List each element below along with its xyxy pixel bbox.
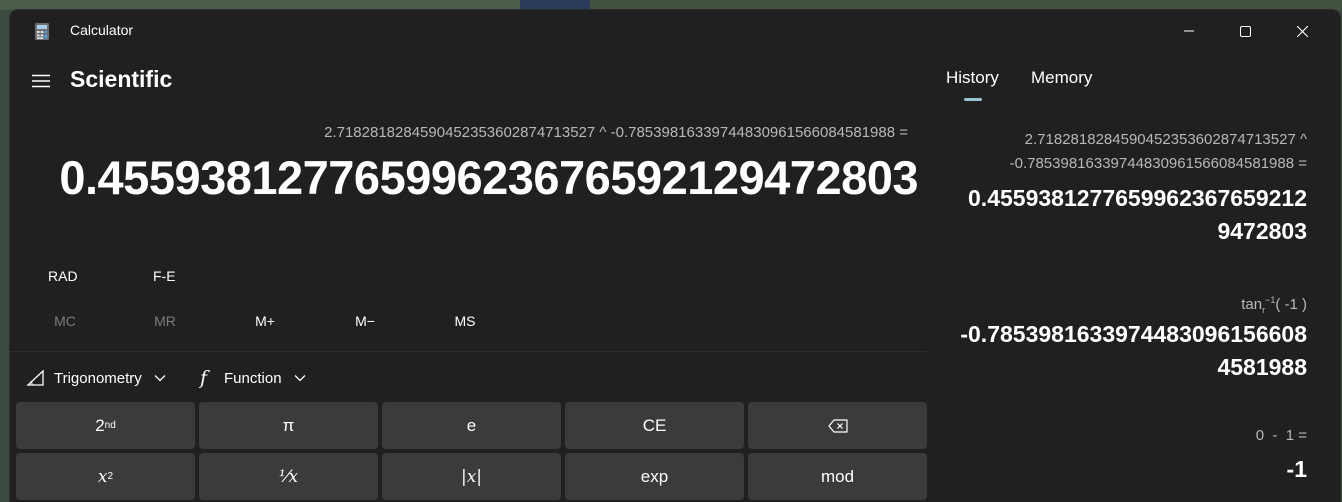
close-icon	[1297, 25, 1308, 37]
keypad: 2nd π e CE x2 ⅟x |x| exp mod	[16, 402, 927, 500]
tab-history[interactable]: History	[946, 68, 999, 88]
clear-entry-button[interactable]: CE	[565, 402, 744, 449]
euler-label: e	[466, 415, 477, 435]
function-dropdown[interactable]: f Function	[200, 366, 306, 390]
history-item-2-result[interactable]: -0.785398163397448309615660​8 4581988	[960, 318, 1307, 384]
history-item-2-expression[interactable]: tanr−1( -1 )	[1241, 288, 1307, 322]
history-expression-line: 2.718281828459045235360287471352​7 ^	[1024, 131, 1307, 148]
exp-button[interactable]: exp	[565, 453, 744, 500]
history-item-1-expression[interactable]: 2.718281828459045235360287471352​7 ^ -0.…	[1010, 128, 1307, 176]
history-item-1-result[interactable]: 0.45593812776599623676592​12 9472803	[968, 182, 1307, 248]
triangle-ruler-icon	[26, 369, 44, 386]
minimize-button[interactable]	[1160, 10, 1217, 52]
second-label: 2	[95, 415, 105, 435]
chevron-down-icon	[154, 375, 166, 382]
trigonometry-dropdown[interactable]: Trigonometry	[26, 366, 166, 390]
history-expression-line: 0 - 1 =	[1255, 427, 1307, 444]
exp-label: exp	[640, 466, 669, 486]
hamburger-icon	[32, 74, 50, 88]
history-item-3-expression[interactable]: 0 - 1 =	[1256, 424, 1307, 448]
wallpaper	[520, 0, 590, 10]
memory-subtract-button[interactable]: M−	[335, 313, 395, 329]
backspace-icon	[827, 418, 848, 433]
mode-title: Scientific	[70, 66, 173, 92]
window-title: Calculator	[70, 22, 134, 38]
reciprocal-button[interactable]: ⅟x	[199, 453, 378, 500]
memory-add-button[interactable]: M+	[235, 313, 295, 329]
function-icon: f	[200, 367, 208, 389]
pi-label: π	[282, 415, 295, 435]
memory-recall-button[interactable]: MR	[135, 313, 195, 329]
absolute-value-label: |x|	[460, 466, 483, 487]
trigonometry-label: Trigonometry	[54, 369, 142, 387]
square-button[interactable]: x2	[16, 453, 195, 500]
absolute-value-button[interactable]: |x|	[382, 453, 561, 500]
euler-button[interactable]: e	[382, 402, 561, 449]
modulo-label: mod	[820, 466, 855, 486]
active-tab-indicator	[964, 98, 982, 101]
calculator-app-icon	[35, 23, 49, 40]
navigation-menu-button[interactable]	[28, 68, 54, 94]
memory-clear-button[interactable]: MC	[35, 313, 95, 329]
maximize-icon	[1240, 25, 1251, 37]
divider	[10, 351, 926, 352]
history-expression-line: -0.7853981633974483096156608458198​8 =	[1009, 155, 1307, 172]
title-bar: Calculator	[10, 10, 1340, 52]
wallpaper	[0, 0, 520, 10]
expression-display: 2.718281828459045235360287471352​7 ^ -0.…	[324, 124, 908, 141]
history-result-line: 9472803	[1217, 218, 1307, 244]
second-sup: nd	[104, 420, 116, 431]
memory-store-button[interactable]: MS	[435, 313, 495, 329]
angle-unit-toggle[interactable]: RAD	[48, 268, 78, 284]
history-result-line: -0.785398163397448309615660​8	[960, 321, 1307, 347]
pi-button[interactable]: π	[199, 402, 378, 449]
history-expression-function: tan	[1241, 296, 1263, 313]
square-sup: 2	[107, 471, 114, 482]
close-button[interactable]	[1274, 10, 1331, 52]
square-label: x	[97, 466, 108, 487]
result-display: 0.4559381277659962367659212947280​3	[59, 151, 918, 204]
second-function-button[interactable]: 2nd	[16, 402, 195, 449]
modulo-button[interactable]: mod	[748, 453, 927, 500]
tab-memory[interactable]: Memory	[1031, 68, 1092, 88]
backspace-button[interactable]	[748, 402, 927, 449]
wallpaper	[590, 0, 1342, 10]
history-expression-sub: r	[1262, 305, 1266, 315]
history-expression-argument: ( -1 )	[1275, 296, 1307, 313]
clear-entry-label: CE	[642, 415, 667, 435]
history-result-line: 4581988	[1217, 354, 1307, 380]
history-item-3-result[interactable]: -1	[1287, 453, 1307, 486]
maximize-button[interactable]	[1217, 10, 1274, 52]
reciprocal-label: ⅟x	[278, 466, 299, 487]
fe-toggle[interactable]: F-E	[153, 268, 176, 284]
function-label: Function	[224, 369, 282, 387]
history-result-line: -1	[1286, 456, 1307, 482]
history-expression-sup: −1	[1265, 295, 1276, 305]
history-result-line: 0.45593812776599623676592​12	[968, 185, 1307, 211]
chevron-down-icon	[294, 375, 306, 382]
minimize-icon	[1183, 30, 1194, 32]
calculator-window: Calculator Scientific 2.7182818284590452…	[10, 10, 1340, 502]
